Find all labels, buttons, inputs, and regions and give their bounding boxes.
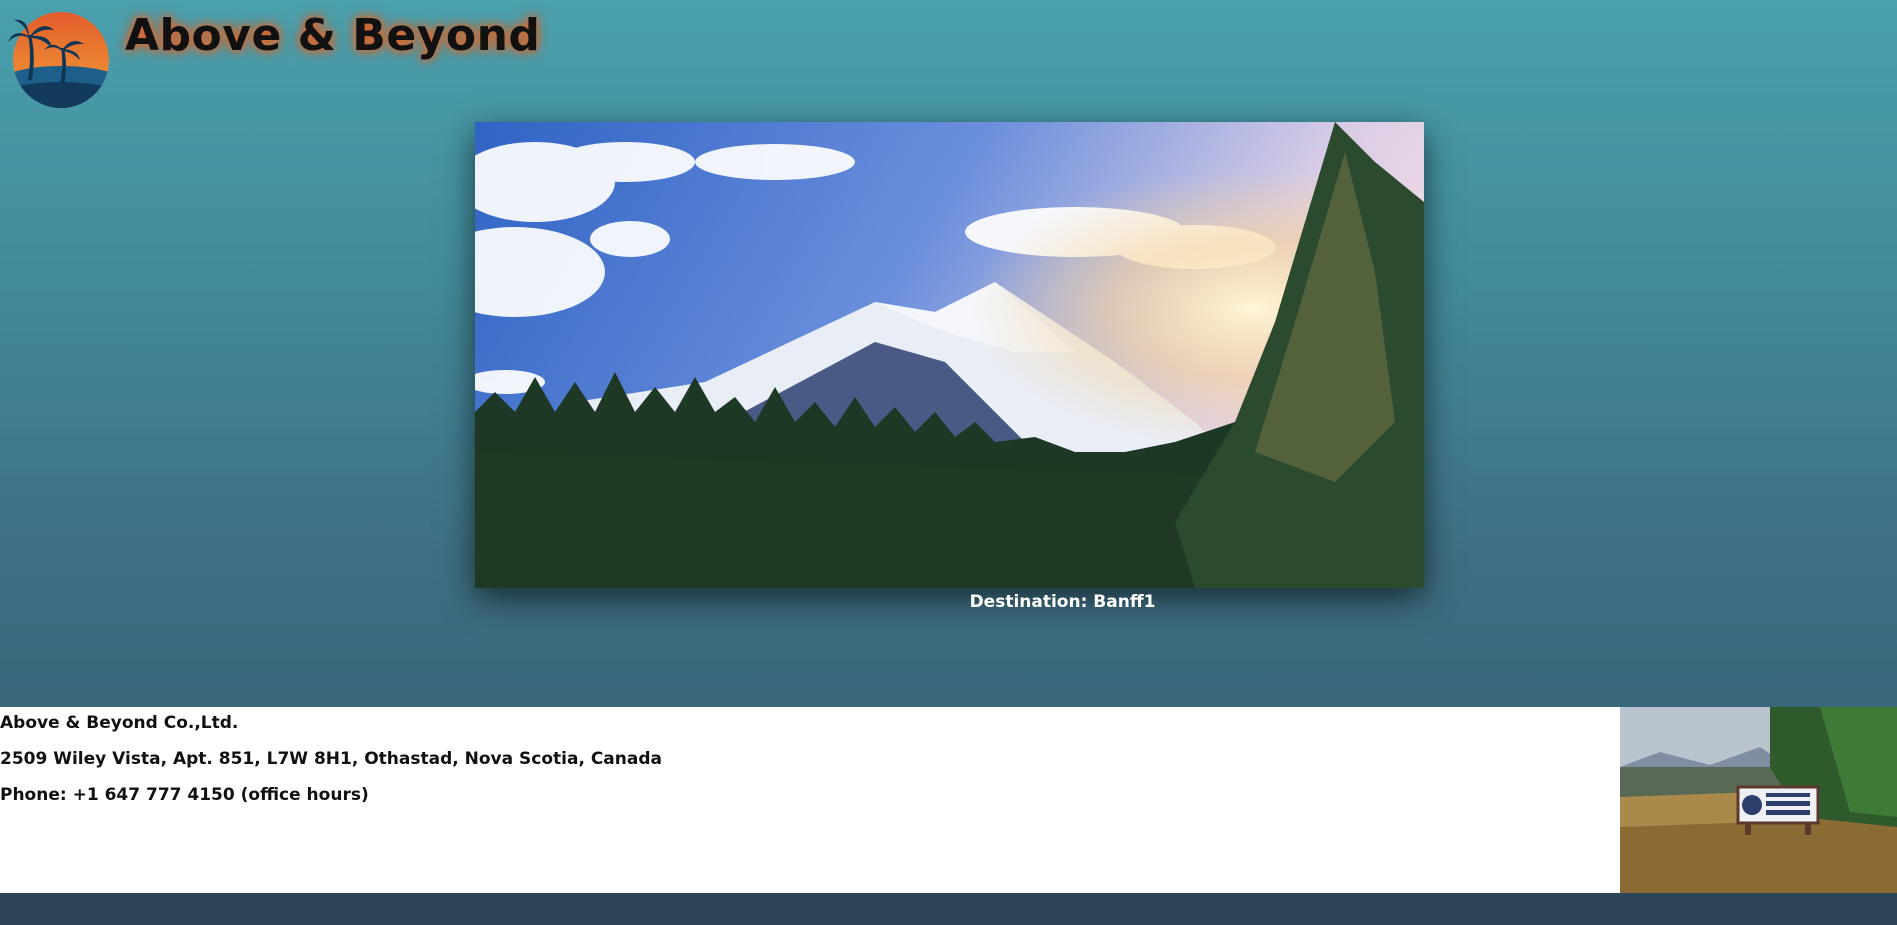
- hero-image: [475, 122, 1424, 588]
- company-phone: Phone: +1 647 777 4150 (office hours): [0, 785, 369, 805]
- footer-thumbnail-image[interactable]: [1620, 707, 1897, 893]
- hero-caption: Destination: Banff1: [969, 592, 1156, 612]
- palm-logo-icon[interactable]: [6, 10, 111, 110]
- company-address: 2509 Wiley Vista, Apt. 851, L7W 8H1, Oth…: [0, 749, 662, 769]
- bottom-bar: [0, 893, 1897, 925]
- site-header: Above & Beyond: [0, 0, 1897, 110]
- site-title[interactable]: Above & Beyond: [125, 10, 540, 61]
- site-footer: Above & Beyond Co.,Ltd. 2509 Wiley Vista…: [0, 707, 1897, 893]
- company-name: Above & Beyond Co.,Ltd.: [0, 713, 239, 733]
